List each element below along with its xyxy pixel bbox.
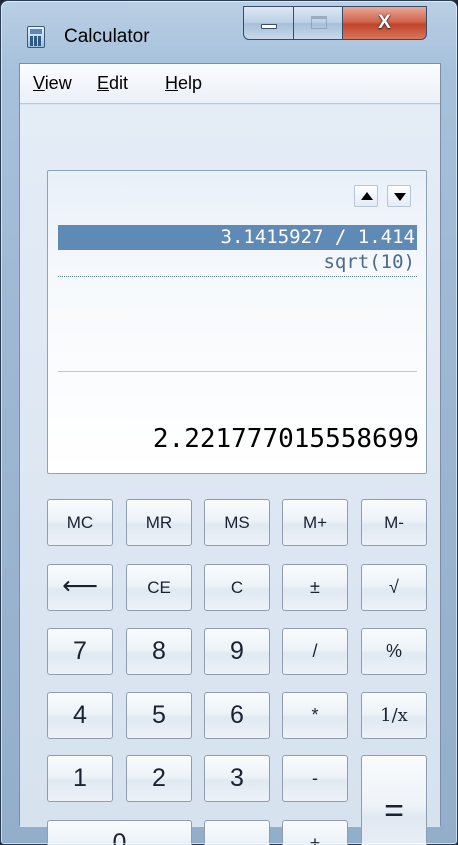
digit-7-button[interactable]: 7	[47, 628, 113, 675]
digit-9-button[interactable]: 9	[204, 628, 270, 675]
history-selected-expression[interactable]: 3.1415927 / 1.414	[58, 225, 417, 250]
triangle-up-icon	[361, 192, 373, 200]
decimal-button[interactable]: .	[204, 820, 270, 845]
history-up-button[interactable]	[354, 185, 378, 207]
menu-bar: View Edit Help	[20, 64, 440, 104]
equals-button[interactable]: =	[361, 755, 427, 845]
result-value: 2.221777015558699	[152, 424, 419, 454]
backspace-icon: ⟵	[62, 572, 98, 600]
plus-minus-button[interactable]: ±	[282, 564, 348, 611]
ms-button[interactable]: MS	[204, 499, 270, 546]
digit-8-button[interactable]: 8	[126, 628, 192, 675]
menu-edit[interactable]: Edit	[97, 73, 128, 94]
digit-3-button[interactable]: 3	[204, 755, 270, 802]
digit-4-button[interactable]: 4	[47, 692, 113, 739]
calculator-icon	[27, 26, 45, 48]
m-minus-button[interactable]: M-	[361, 499, 427, 546]
sqrt-button[interactable]: √	[361, 564, 427, 611]
reciprocal-button[interactable]: 1/x	[361, 692, 427, 739]
mc-button[interactable]: MC	[47, 499, 113, 546]
digit-2-button[interactable]: 2	[126, 755, 192, 802]
menu-help[interactable]: Help	[165, 73, 202, 94]
window-controls: X	[243, 6, 427, 40]
history-down-button[interactable]	[387, 185, 411, 207]
window-title: Calculator	[64, 26, 150, 47]
calculator-window: Calculator X View Edit Help 3.1415927 / …	[0, 0, 458, 845]
display: 3.1415927 / 1.414 sqrt(10) 2.22177701555…	[47, 170, 427, 474]
client-area: View Edit Help 3.1415927 / 1.414 sqrt(10…	[19, 63, 441, 845]
digit-5-button[interactable]: 5	[126, 692, 192, 739]
add-button[interactable]: +	[282, 820, 348, 845]
title-bar[interactable]: Calculator X	[1, 1, 457, 63]
close-button[interactable]: X	[342, 6, 427, 40]
divide-button[interactable]: /	[282, 628, 348, 675]
history-expression[interactable]: sqrt(10)	[58, 250, 417, 277]
calculator-panel: 3.1415927 / 1.414 sqrt(10) 2.22177701555…	[20, 105, 440, 845]
multiply-button[interactable]: *	[282, 692, 348, 739]
close-icon: X	[378, 12, 391, 33]
display-separator	[58, 371, 417, 372]
digit-0-button[interactable]: 0	[47, 820, 192, 845]
subtract-button[interactable]: -	[282, 755, 348, 802]
triangle-down-icon	[394, 193, 406, 201]
backspace-button[interactable]: ⟵	[47, 564, 113, 611]
maximize-icon	[311, 16, 327, 29]
percent-button[interactable]: %	[361, 628, 427, 675]
menu-view[interactable]: View	[33, 73, 72, 94]
maximize-button[interactable]	[293, 6, 343, 40]
c-button[interactable]: C	[204, 564, 270, 611]
minimize-icon	[261, 24, 277, 29]
mr-button[interactable]: MR	[126, 499, 192, 546]
digit-6-button[interactable]: 6	[204, 692, 270, 739]
digit-1-button[interactable]: 1	[47, 755, 113, 802]
ce-button[interactable]: CE	[126, 564, 192, 611]
minimize-button[interactable]	[243, 6, 294, 40]
m-plus-button[interactable]: M+	[282, 499, 348, 546]
